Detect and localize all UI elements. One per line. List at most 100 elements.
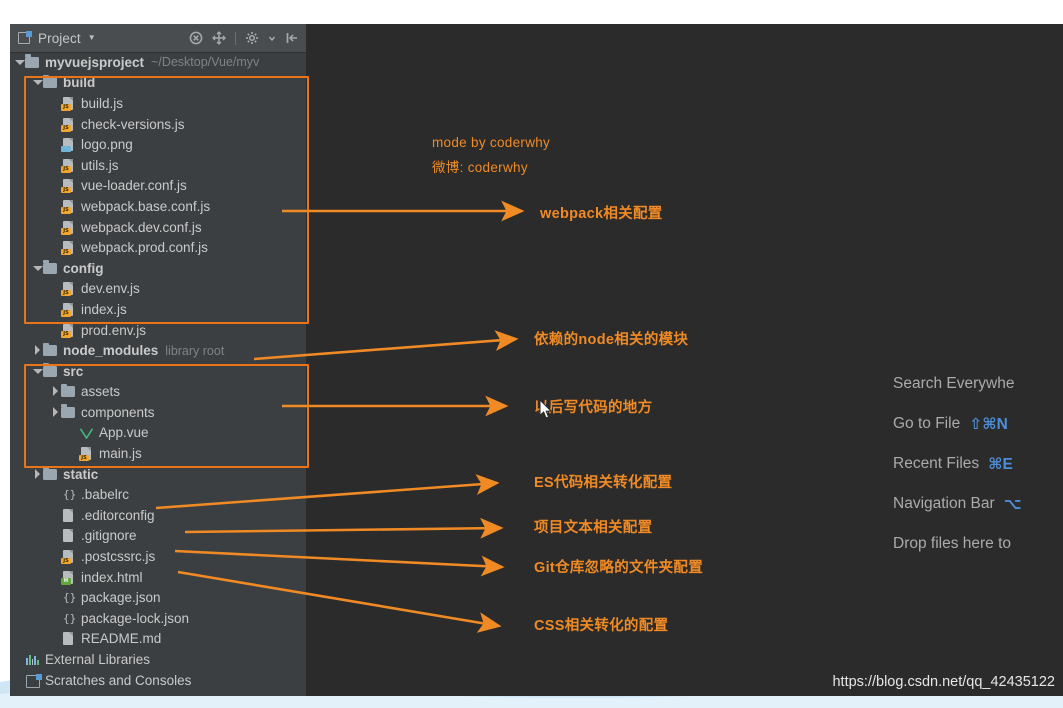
expander-icon xyxy=(50,489,61,500)
js-file-icon: JS xyxy=(61,199,76,214)
js-file-icon: JS xyxy=(79,446,94,462)
js-file-icon: JS xyxy=(61,323,76,338)
tree-row-dev-env-js[interactable]: JS dev.env.js xyxy=(10,279,306,300)
tree-row-assets[interactable]: assets xyxy=(10,382,306,403)
tree-row-label: main.js xyxy=(99,446,142,462)
expander-icon xyxy=(50,98,61,109)
expander-icon xyxy=(14,675,25,686)
chevron-down-icon[interactable]: ▼ xyxy=(88,34,96,42)
tree-row-src[interactable]: src xyxy=(10,361,306,382)
tree-row-utils-js[interactable]: JS utils.js xyxy=(10,155,306,176)
expander-icon xyxy=(50,160,61,171)
tree-row-build[interactable]: build xyxy=(10,73,306,94)
tree-row-main-js[interactable]: JS main.js xyxy=(10,443,306,464)
editor-hint-list: Search Everywhe Go to File ⇧⌘N Recent Fi… xyxy=(893,364,1063,564)
text-file-icon xyxy=(61,631,76,646)
expander-icon xyxy=(50,180,61,191)
tree-row-label: App.vue xyxy=(99,425,149,441)
tree-row-node-modules[interactable]: node_modules library root xyxy=(10,340,306,361)
tree-row-label: node_modules xyxy=(63,343,159,359)
expander-icon xyxy=(14,654,25,665)
tree-row-webpack-prod-conf-js[interactable]: JS webpack.prod.conf.js xyxy=(10,237,306,258)
expander-icon[interactable] xyxy=(32,263,43,274)
js-file-icon: JS xyxy=(61,549,76,565)
watermark-url: https://blog.csdn.net/qq_42435122 xyxy=(832,674,1055,690)
expander-icon xyxy=(50,201,61,212)
project-file-tree[interactable]: myvuejsproject ~/Desktop/Vue/myv build JS bu… xyxy=(10,52,306,690)
tree-row-package-lock-json[interactable]: {} package-lock.json xyxy=(10,608,306,629)
tree-row-label: index.html xyxy=(81,569,143,585)
tree-row-label: README.md xyxy=(81,631,162,647)
collapse-all-icon[interactable] xyxy=(189,31,203,45)
gear-dropdown-icon[interactable] xyxy=(268,31,276,45)
tree-row-vue-loader-conf-js[interactable]: JS vue-loader.conf.js xyxy=(10,176,306,197)
tree-row-label: .editorconfig xyxy=(81,507,155,523)
json-file-icon: {} xyxy=(63,591,77,605)
project-window-icon xyxy=(18,30,32,46)
hide-window-icon[interactable] xyxy=(285,31,299,45)
hint-navigation-bar[interactable]: Navigation Bar ⌥ xyxy=(893,484,1063,524)
hint-go-to-file[interactable]: Go to File ⇧⌘N xyxy=(893,404,1063,444)
tree-row-label: package-lock.json xyxy=(81,610,190,626)
tree-row-app-vue[interactable]: App.vue xyxy=(10,423,306,444)
tree-row-label: External Libraries xyxy=(45,652,151,668)
json-file-icon: {} xyxy=(63,611,77,625)
tree-row-babelrc[interactable]: {} .babelrc xyxy=(10,484,306,505)
tree-row-label: build xyxy=(63,75,96,91)
js-file-icon: JS xyxy=(61,117,76,132)
tree-row-external-libraries[interactable]: External Libraries xyxy=(10,649,306,670)
project-tool-window-title: Project xyxy=(38,30,81,46)
tree-row-build-js[interactable]: JS build.js xyxy=(10,93,306,114)
tree-row-components[interactable]: components xyxy=(10,402,306,423)
tree-row-root[interactable]: myvuejsproject ~/Desktop/Vue/myv xyxy=(10,52,306,73)
hint-search-everywhere[interactable]: Search Everywhe xyxy=(893,364,1063,404)
tree-row-label: static xyxy=(63,466,99,482)
scratches-icon xyxy=(25,673,42,688)
expander-icon[interactable] xyxy=(32,468,43,480)
expander-icon[interactable] xyxy=(32,366,43,377)
tree-row-webpack-base-conf-js[interactable]: JS webpack.base.conf.js xyxy=(10,196,306,217)
settings-gear-icon[interactable] xyxy=(245,31,259,45)
json-file-icon: {} xyxy=(63,488,77,502)
tree-row-webpack-dev-conf-js[interactable]: JS webpack.dev.conf.js xyxy=(10,217,306,238)
tree-row-label: logo.png xyxy=(81,137,133,153)
tree-row-label: utils.js xyxy=(81,157,119,173)
hint-recent-files[interactable]: Recent Files ⌘E xyxy=(893,444,1063,484)
tree-row-annotation: library root xyxy=(165,343,225,358)
tree-row-check-versions-js[interactable]: JS check-versions.js xyxy=(10,114,306,135)
expander-icon[interactable] xyxy=(50,386,61,397)
expander-icon xyxy=(50,510,61,521)
folder-icon xyxy=(43,363,58,379)
tree-row-prod-env-js[interactable]: JS prod.env.js xyxy=(10,320,306,341)
tree-row-gitignore[interactable]: .gitignore xyxy=(10,526,306,547)
expander-icon xyxy=(50,119,61,130)
hint-shortcut: ⇧⌘N xyxy=(969,415,1008,433)
tree-row-label: prod.env.js xyxy=(81,322,147,338)
tree-row-postcssrc-js[interactable]: JS .postcssrc.js xyxy=(10,546,306,567)
js-file-icon: JS xyxy=(61,240,76,256)
tree-row-logo-png[interactable]: logo.png xyxy=(10,134,306,155)
tree-row-path: ~/Desktop/Vue/myv xyxy=(151,55,260,70)
expander-icon xyxy=(50,283,61,294)
expander-icon[interactable] xyxy=(32,345,43,356)
tree-row-scratches-and-consoles[interactable]: Scratches and Consoles xyxy=(10,670,306,691)
tree-row-config[interactable]: config xyxy=(10,258,306,279)
folder-icon xyxy=(43,342,58,358)
tree-row-index-js[interactable]: JS index.js xyxy=(10,299,306,320)
expander-icon[interactable] xyxy=(14,57,25,68)
vue-file-icon xyxy=(79,425,94,440)
js-file-icon: JS xyxy=(61,158,76,173)
tree-row-package-json[interactable]: {} package.json xyxy=(10,587,306,608)
project-tool-window-header: Project ▼ xyxy=(10,24,306,53)
project-toolbar xyxy=(189,24,299,52)
locate-file-icon[interactable] xyxy=(212,31,226,45)
expander-icon[interactable] xyxy=(32,77,43,88)
tree-row-index-html[interactable]: Hindex.html xyxy=(10,567,306,588)
tree-row-label: myvuejsproject xyxy=(45,54,145,70)
tree-row-static[interactable]: static xyxy=(10,464,306,485)
tree-row-readme-md[interactable]: README.md xyxy=(10,629,306,650)
folder-icon xyxy=(43,74,58,90)
folder-icon xyxy=(61,404,76,420)
tree-row-editorconfig[interactable]: .editorconfig xyxy=(10,505,306,526)
expander-icon[interactable] xyxy=(50,406,61,418)
